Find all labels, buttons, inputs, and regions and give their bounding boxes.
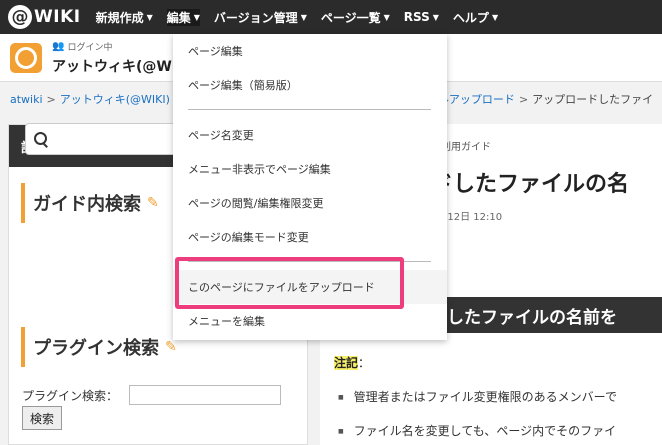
breadcrumb-separator: >	[46, 92, 56, 106]
breadcrumb-current: アップロードしたファイ	[532, 93, 654, 106]
nav-label: RSS	[403, 10, 430, 24]
plugin-search-title: プラグイン検索	[33, 338, 159, 359]
plugin-search-button[interactable]: 検索	[22, 406, 62, 430]
caret-down-icon: ▼	[146, 12, 153, 22]
nav-label: 編集	[166, 10, 191, 25]
note-colon: ：	[358, 356, 371, 370]
nav-label: 新規作成	[95, 10, 144, 25]
nav-label: ページ一覧	[320, 10, 381, 25]
note: 注記：	[334, 354, 370, 371]
plugin-search-label: プラグイン検索：	[22, 389, 119, 403]
menu-divider	[188, 109, 431, 110]
menu-item-edit-page[interactable]: ページ編集	[173, 34, 447, 68]
at-mark-icon: @	[8, 5, 32, 29]
nav-version[interactable]: バージョン管理 ▼	[214, 9, 307, 26]
caret-down-icon: ▼	[432, 12, 439, 22]
atwiki-logo[interactable]: @ WIKI	[8, 5, 81, 29]
caret-down-icon: ▼	[193, 12, 200, 22]
caret-down-icon: ▼	[491, 12, 499, 22]
breadcrumb-parent[interactable]: ルアップロード	[438, 91, 515, 107]
menu-item-change-edit-mode[interactable]: ページの編集モード変更	[173, 220, 447, 254]
breadcrumb-site[interactable]: アットウィキ(@WIKI)	[60, 91, 170, 107]
page-title: ドしたファイルの名	[431, 172, 630, 197]
plugin-search-heading: プラグイン検索 ✎	[21, 327, 177, 367]
search-icon	[34, 132, 48, 146]
logo-text: WIKI	[34, 7, 81, 27]
menu-item-edit-menu[interactable]: メニューを編集	[173, 304, 447, 338]
login-status-text: ログイン中	[67, 43, 113, 53]
nav-label: バージョン管理	[213, 10, 298, 25]
nav-rss[interactable]: RSS ▼	[404, 10, 439, 24]
caret-down-icon: ▼	[300, 12, 307, 22]
nav-new[interactable]: 新規作成 ▼	[96, 9, 153, 26]
menu-item-rename-page[interactable]: ページ名変更	[173, 118, 447, 152]
at-mark-icon	[15, 47, 37, 69]
menu-item-change-permissions[interactable]: ページの閲覧/編集権限変更	[173, 186, 447, 220]
nav-label: ヘルプ	[452, 10, 489, 25]
menu-item-edit-without-menu[interactable]: メニュー非表示でページ編集	[173, 152, 447, 186]
users-icon: 👥	[52, 41, 65, 52]
pencil-icon[interactable]: ✎	[147, 195, 159, 211]
list-item: 管理者またはファイル変更権限のあるメンバーで	[338, 388, 617, 405]
site-icon[interactable]	[10, 43, 42, 73]
breadcrumb-home[interactable]: atwiki	[10, 93, 43, 106]
global-navbar: @ WIKI 新規作成 ▼ 編集 ▼ バージョン管理 ▼ ページ一覧 ▼ RSS ▼ ヘル…	[0, 0, 662, 34]
nav-help[interactable]: ヘルプ ▼	[453, 9, 498, 26]
note-label: 注記	[334, 356, 359, 370]
menu-item-edit-page-simple[interactable]: ページ編集（簡易版）	[173, 68, 447, 102]
highlight-annotation	[175, 257, 404, 309]
guide-search-heading: ガイド内検索 ✎	[21, 183, 159, 223]
login-status: 👥 ログイン中	[52, 40, 112, 53]
pencil-icon[interactable]: ✎	[165, 339, 177, 355]
plugin-search-input[interactable]	[129, 385, 281, 405]
caret-down-icon: ▼	[383, 12, 390, 22]
guide-search-title: ガイド内検索	[33, 194, 141, 215]
nav-page-list[interactable]: ページ一覧 ▼	[321, 9, 390, 26]
list-item: ファイル名を変更しても、ページ内でそのファイ	[338, 422, 616, 439]
breadcrumb-separator: >	[518, 92, 529, 106]
nav-edit[interactable]: 編集 ▼	[166, 8, 200, 26]
